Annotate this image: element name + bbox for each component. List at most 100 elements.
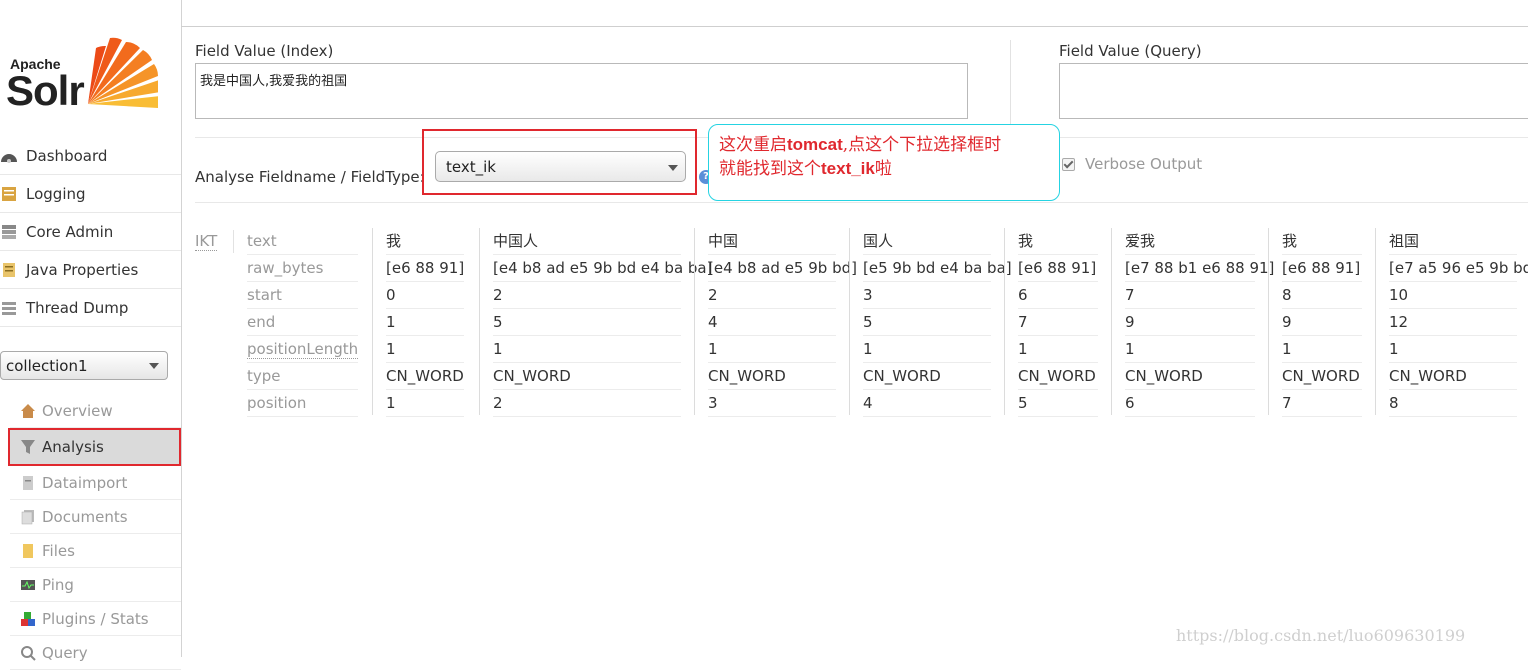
verbose-checkbox[interactable] <box>1062 157 1075 171</box>
solr-sun-icon <box>88 37 158 108</box>
nav-label: Java Properties <box>26 260 139 279</box>
annotation-line-2: 就能找到这个text_ik啦 <box>719 157 1049 181</box>
annotation-callout: 这次重启tomcat,点这个下拉选择框时 就能找到这个text_ik啦 <box>708 124 1060 201</box>
annotation-line-1: 这次重启tomcat,点这个下拉选择框时 <box>719 133 1049 157</box>
token-text: 中国 <box>708 228 836 255</box>
token-column: 我 [e6 88 91] 8 9 1 CN_WORD 7 <box>1282 228 1362 417</box>
token-position: 2 <box>493 390 681 417</box>
token-type: CN_WORD <box>493 363 681 390</box>
token-column-divider <box>849 228 850 415</box>
row-label-type: type <box>247 363 358 390</box>
annotation-text: 这次重启 <box>719 135 787 155</box>
token-text: 中国人 <box>493 228 681 255</box>
token-column-divider <box>1268 228 1269 415</box>
token-column-divider <box>1111 228 1112 415</box>
chevron-down-icon <box>149 363 159 369</box>
row-label-raw-bytes: raw_bytes <box>247 255 358 282</box>
token-raw-bytes: [e4 b8 ad e5 9b bd] <box>708 255 857 282</box>
logging-icon <box>2 186 16 201</box>
token-column-divider <box>694 228 695 415</box>
token-column: 中国 [e4 b8 ad e5 9b bd] 2 4 1 CN_WORD 3 <box>708 228 857 417</box>
annotation-text: 就能找到这个 <box>719 159 821 179</box>
fieldtype-select-value: text_ik <box>446 157 496 176</box>
java-properties-icon <box>3 262 15 277</box>
verbose-output-toggle[interactable]: Verbose Output <box>1062 155 1202 173</box>
fieldtype-label: Analyse Fieldname / FieldType: <box>195 168 425 186</box>
token-type: CN_WORD <box>1389 363 1517 390</box>
analyzer-divider <box>233 230 234 253</box>
row-label-position-length[interactable]: positionLength <box>247 336 359 363</box>
plugins-icon <box>21 611 35 626</box>
token-column: 国人 [e5 9b bd e4 ba ba] 3 5 1 CN_WORD 4 <box>863 228 1012 417</box>
thread-dump-icon <box>2 301 16 315</box>
token-end: 1 <box>386 309 464 336</box>
token-column-divider <box>372 228 373 415</box>
token-position: 6 <box>1125 390 1255 417</box>
analyzer-name[interactable]: IKT <box>195 233 218 251</box>
top-divider <box>181 26 1528 27</box>
core-nav-dataimport[interactable]: Dataimport <box>10 466 181 500</box>
core-nav-ping[interactable]: Ping <box>10 568 181 602</box>
token-position-length: 1 <box>863 336 991 363</box>
token-type: CN_WORD <box>1125 363 1255 390</box>
chevron-down-icon <box>668 165 678 171</box>
token-end: 5 <box>863 309 991 336</box>
token-column-divider <box>479 228 480 415</box>
main-nav: Dashboard Logging Core Admin Java Proper… <box>0 137 181 327</box>
core-nav-label: Documents <box>42 507 128 526</box>
nav-label: Core Admin <box>26 222 114 241</box>
core-nav-documents[interactable]: Documents <box>10 500 181 534</box>
core-nav-analysis[interactable]: Analysis <box>8 428 181 466</box>
token-column: 中国人 [e4 b8 ad e5 9b bd e4 ba ba] 2 5 1 C… <box>493 228 712 417</box>
core-nav-files[interactable]: Files <box>10 534 181 568</box>
ping-icon <box>21 579 35 590</box>
fieldtype-select[interactable]: text_ik <box>435 151 686 182</box>
core-nav-label: Ping <box>42 575 74 594</box>
analysis-icon <box>21 440 35 454</box>
token-type: CN_WORD <box>386 363 464 390</box>
token-type: CN_WORD <box>863 363 991 390</box>
watermark: https://blog.csdn.net/luo609630199 <box>1176 626 1466 645</box>
token-position-length: 1 <box>708 336 836 363</box>
nav-logging[interactable]: Logging <box>0 175 181 213</box>
token-raw-bytes: [e6 88 91] <box>1282 255 1362 282</box>
core-nav-label: Analysis <box>42 438 104 456</box>
annotation-bold-text: text_ik <box>821 159 875 178</box>
core-nav-label: Files <box>42 541 75 560</box>
nav-label: Thread Dump <box>26 298 129 317</box>
token-position-length: 1 <box>1125 336 1255 363</box>
nav-dashboard[interactable]: Dashboard <box>0 137 181 175</box>
core-nav-label: Dataimport <box>42 473 128 492</box>
nav-label: Logging <box>26 184 86 203</box>
token-column: 爱我 [e7 88 b1 e6 88 91] 7 9 1 CN_WORD 6 <box>1125 228 1274 417</box>
token-start: 3 <box>863 282 991 309</box>
token-position: 8 <box>1389 390 1517 417</box>
nav-thread-dump[interactable]: Thread Dump <box>0 289 181 327</box>
core-nav-overview[interactable]: Overview <box>10 394 181 428</box>
token-start: 2 <box>708 282 836 309</box>
index-value-input[interactable]: 我是中国人,我爱我的祖国 <box>195 63 968 119</box>
token-column-divider <box>1375 228 1376 415</box>
annotation-text: ,点这个下拉选择框时 <box>842 135 1002 155</box>
nav-java-properties[interactable]: Java Properties <box>0 251 181 289</box>
token-end: 7 <box>1018 309 1098 336</box>
token-column-divider <box>1004 228 1005 415</box>
query-value-input[interactable] <box>1059 63 1528 119</box>
query-icon <box>21 645 36 661</box>
token-end: 5 <box>493 309 681 336</box>
sidebar: Apache Solr Dashboard Logging Core Admin… <box>0 0 182 670</box>
annotation-text: 啦 <box>874 159 892 179</box>
core-selector[interactable]: collection1 <box>0 351 168 380</box>
token-position-length: 1 <box>386 336 464 363</box>
nav-core-admin[interactable]: Core Admin <box>0 213 181 251</box>
token-position-length: 1 <box>1389 336 1517 363</box>
core-nav-plugins-stats[interactable]: Plugins / Stats <box>10 602 181 636</box>
row-label-end: end <box>247 309 358 336</box>
solr-logo[interactable]: Apache Solr <box>6 34 166 116</box>
core-nav-query[interactable]: Query <box>10 636 181 670</box>
nav-label: Dashboard <box>26 146 108 165</box>
token-text: 国人 <box>863 228 991 255</box>
overview-icon <box>21 403 35 418</box>
core-selector-value: collection1 <box>6 356 88 375</box>
core-nav-label: Plugins / Stats <box>42 609 149 628</box>
